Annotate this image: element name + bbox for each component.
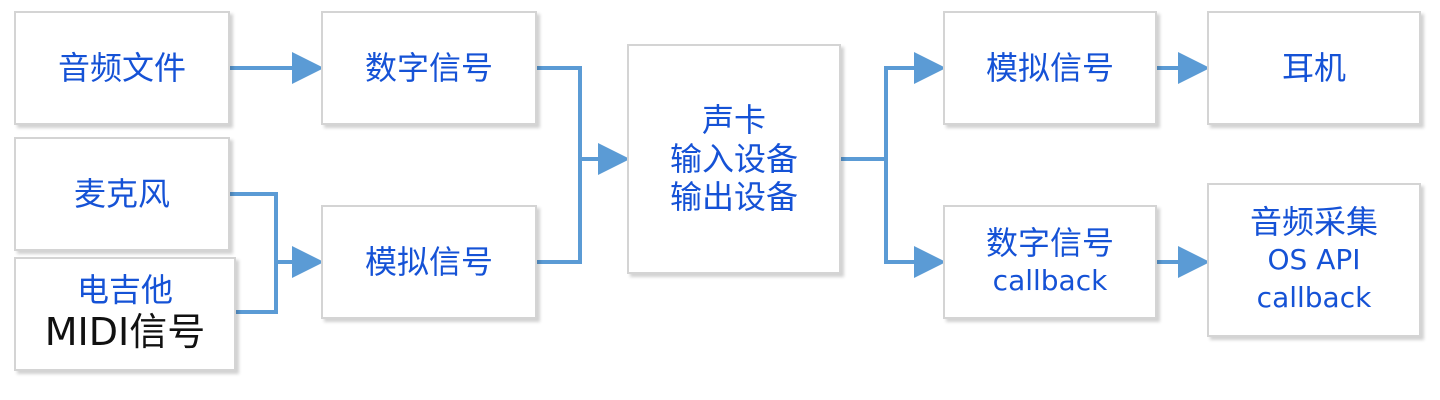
connector-digital-signal-to-sound-card <box>537 66 582 159</box>
sound-card-label: 声卡 <box>701 101 766 140</box>
arrow-sound-card-to-digital-signal-callback <box>884 159 946 278</box>
callback-label: callback <box>992 264 1108 298</box>
audio-capture-label: 音频采集 <box>1249 203 1378 241</box>
arrow-sound-card-to-analog-signal <box>884 52 946 159</box>
digital-signal-label: 数字信号 <box>364 48 493 87</box>
audio-capture-node: 音频采集 OS API callback <box>1207 183 1421 337</box>
output-device-label: 输出设备 <box>669 178 798 217</box>
digital-signal-callback-node: 数字信号 callback <box>943 205 1157 319</box>
guitar-midi-node: 电吉他 MIDI信号 <box>14 257 236 371</box>
os-api-label: OS API <box>1267 243 1361 277</box>
analog-signal-out-node: 模拟信号 <box>943 11 1157 125</box>
microphone-node: 麦克风 <box>14 137 230 251</box>
headphones-label: 耳机 <box>1281 48 1346 87</box>
digital-signal-node: 数字信号 <box>321 11 537 125</box>
digital-signal-out-label: 数字信号 <box>985 223 1114 262</box>
audio-file-label: 音频文件 <box>57 48 186 87</box>
electric-guitar-label: 电吉他 <box>76 271 173 310</box>
midi-signal-label: MIDI信号 <box>44 310 206 355</box>
sound-card-node: 声卡 输入设备 输出设备 <box>627 44 841 274</box>
analog-signal-out-label: 模拟信号 <box>985 48 1114 87</box>
analog-signal-label: 模拟信号 <box>364 242 493 281</box>
connector-microphone-to-analog-signal <box>230 192 278 262</box>
microphone-label: 麦克风 <box>73 174 170 213</box>
audio-file-node: 音频文件 <box>14 11 230 125</box>
connector-analog-signal-to-sound-card <box>537 159 582 264</box>
analog-signal-node: 模拟信号 <box>321 205 537 319</box>
connector-guitar-midi-to-analog-signal <box>236 262 278 314</box>
input-device-label: 输入设备 <box>669 139 798 178</box>
capture-callback-label: callback <box>1256 281 1372 315</box>
headphones-node: 耳机 <box>1207 11 1421 125</box>
